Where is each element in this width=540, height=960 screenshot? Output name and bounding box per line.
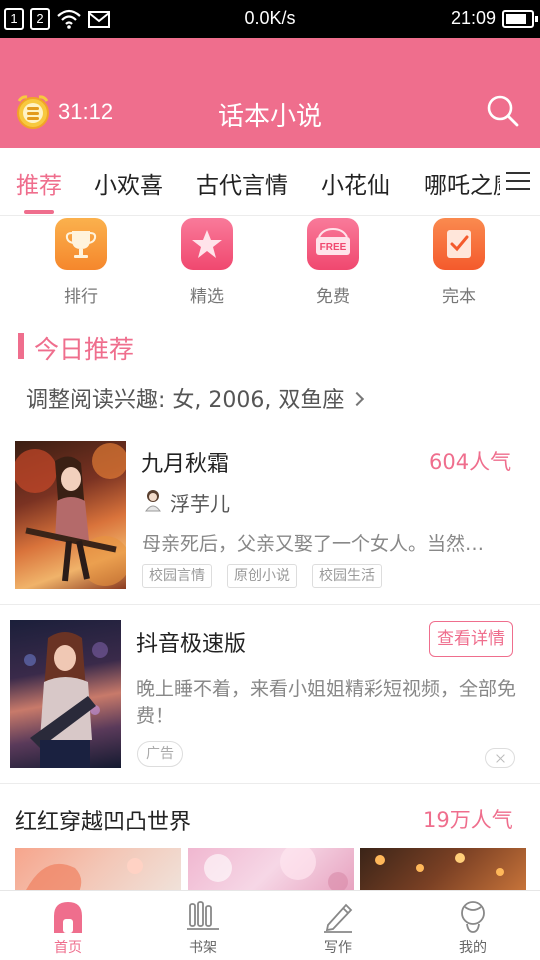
entry-featured-label: 精选 [190,287,224,307]
tab-recommend[interactable]: 推荐 [16,166,62,200]
ad-description: 晚上睡不着，来看小姐姐精彩短视频，全部免费！ [136,678,517,727]
author-name: 浮芋儿 [170,492,230,516]
tag-campus-life[interactable]: 校园生活 [312,564,382,588]
trophy-icon [55,218,107,270]
view-details-button[interactable]: 查看详情 [429,621,513,657]
author-avatar-icon [145,490,161,512]
book-title[interactable]: 九月秋霜 [141,446,229,478]
battery-icon [502,10,538,28]
tag-original-novel[interactable]: 原创小说 [227,564,297,588]
page-title: 话本小说 [217,102,322,132]
section-title: 今日推荐 [34,335,135,364]
free-icon: FREE [307,218,359,270]
ad-image[interactable] [10,620,121,768]
nav-bookshelf[interactable]: 书架 [163,899,243,957]
star-icon [181,218,233,270]
pen-icon [321,899,355,933]
entry-completed-label: 完本 [442,287,476,307]
book-thumbnail[interactable] [15,848,181,892]
profile-icon [456,899,490,933]
book-title[interactable]: 红红穿越凹凸世界 [15,804,191,836]
nav-home[interactable]: 首页 [28,899,108,957]
bookshelf-icon [186,899,220,933]
entry-free[interactable]: FREE 免费 [293,218,373,307]
search-icon[interactable] [486,94,520,128]
nav-home-label: 首页 [54,940,82,956]
nav-write[interactable]: 写作 [298,899,378,957]
book-description: 母亲死后，父亲又娶了一个女人。当然… [142,533,485,555]
check-book-icon [433,218,485,270]
divider [0,783,540,784]
app-header: 31:12 话本小说 [0,38,540,148]
category-tabs: 推荐 小欢喜 古代言情 小花仙 哪吒之魔童降世 [0,148,540,216]
status-bar: 1 2 0.0K/s 21:09 [0,0,540,38]
ad-title[interactable]: 抖音极速版 [136,626,246,658]
divider [0,604,540,605]
book-thumbnail[interactable] [188,848,354,892]
tag-campus-romance[interactable]: 校园言情 [142,564,212,588]
tab-xiaohuanxi[interactable]: 小欢喜 [94,166,163,200]
adjust-interest-link[interactable]: 调整阅读兴趣: 女, 2006, 双鱼座 [26,382,365,414]
menu-icon[interactable] [506,170,532,192]
tab-xiaohuaxian[interactable]: 小花仙 [321,166,390,200]
section-accent-bar [18,333,24,359]
close-icon[interactable] [485,748,515,768]
entry-ranking-label: 排行 [64,287,98,307]
popularity-count: 604人气 [429,450,512,474]
entry-featured[interactable]: 精选 [167,218,247,307]
tab-nezha[interactable]: 哪吒之魔童降世 [424,166,500,200]
tab-indicator [24,210,54,214]
clock: 21:09 [450,8,496,28]
entry-completed[interactable]: 完本 [419,218,499,307]
svg-text:FREE: FREE [320,242,347,253]
chevron-right-icon [350,391,365,407]
bottom-navigation: 首页 书架 写作 我的 [0,890,540,960]
adjust-interest-text: 调整阅读兴趣: 女, 2006, 双鱼座 [26,388,345,413]
home-icon [51,899,85,933]
book-thumbnail[interactable] [360,848,526,892]
popularity-count: 19万人气 [423,808,513,832]
nav-profile[interactable]: 我的 [433,899,513,957]
entry-free-label: 免费 [316,287,350,307]
book-cover[interactable] [15,441,126,589]
tab-ancient-romance[interactable]: 古代言情 [196,166,288,200]
nav-write-label: 写作 [324,940,352,956]
entry-ranking[interactable]: 排行 [41,218,121,307]
nav-profile-label: 我的 [459,940,487,956]
nav-bookshelf-label: 书架 [189,940,217,956]
ad-badge: 广告 [137,741,183,767]
